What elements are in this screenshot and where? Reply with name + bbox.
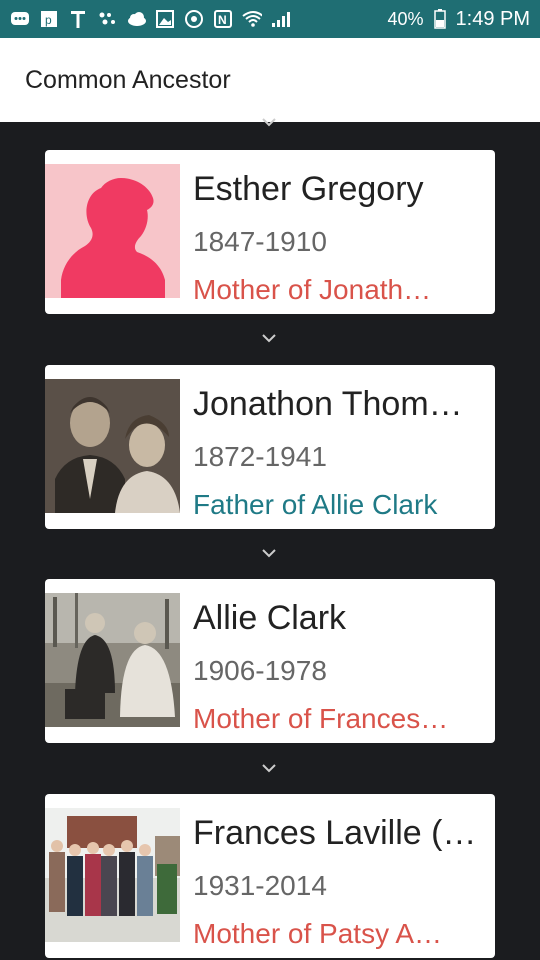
life-years: 1931-2014 bbox=[193, 870, 327, 901]
app-bar: Common Ancestor bbox=[0, 38, 540, 122]
photo-app-icon: p bbox=[39, 9, 59, 29]
nfc-icon: N bbox=[213, 9, 233, 29]
life-years: 1847-1910 bbox=[193, 226, 327, 257]
svg-text:p: p bbox=[45, 13, 52, 27]
profile-photo bbox=[45, 164, 180, 298]
ancestor-card[interactable]: Allie Clark 1906-1978 Mother of Frances… bbox=[45, 579, 495, 743]
battery-icon bbox=[430, 9, 450, 29]
profile-photo bbox=[45, 593, 180, 727]
life-years: 1872-1941 bbox=[193, 441, 327, 472]
chevron-down-icon bbox=[262, 549, 276, 558]
person-name: Esther Gregory bbox=[193, 170, 424, 208]
t-mobile-icon bbox=[68, 9, 88, 29]
sync-icon bbox=[184, 9, 204, 29]
relation-text: Father of Allie Clark bbox=[193, 489, 438, 520]
life-years: 1906-1978 bbox=[193, 655, 327, 686]
relation-text: Mother of Patsy A… bbox=[193, 918, 442, 949]
family-group-image bbox=[45, 808, 180, 942]
profile-photo bbox=[45, 379, 180, 513]
image-icon bbox=[155, 9, 175, 29]
status-right: 40% 1:49 PM bbox=[387, 8, 530, 31]
person-name: Allie Clark bbox=[193, 599, 347, 637]
notification-icons: p N bbox=[10, 9, 291, 29]
clock: 1:49 PM bbox=[455, 7, 530, 30]
ancestor-card[interactable]: Esther Gregory 1847-1910 Mother of Jonat… bbox=[45, 150, 495, 314]
signal-icon bbox=[271, 9, 291, 29]
ancestor-card[interactable]: Frances Laville (… 1931-2014 Mother of P… bbox=[45, 794, 495, 958]
chevron-down-icon bbox=[262, 118, 276, 127]
relation-text: Mother of Jonath… bbox=[193, 274, 432, 305]
wifi-icon bbox=[242, 9, 262, 29]
chevron-down-icon bbox=[262, 334, 276, 343]
battery-percent: 40% bbox=[387, 8, 424, 29]
female-silhouette-icon bbox=[61, 178, 165, 298]
page-title: Common Ancestor bbox=[25, 65, 231, 94]
dots-icon bbox=[97, 9, 117, 29]
person-name: Jonathon Thom… bbox=[193, 385, 463, 423]
person-name: Frances Laville (… bbox=[193, 814, 477, 852]
status-bar: p N 40% 1:49 PM bbox=[0, 0, 540, 38]
svg-text:N: N bbox=[218, 13, 227, 27]
sepia-portrait-image bbox=[45, 379, 180, 513]
ancestor-card[interactable]: Jonathon Thom… 1872-1941 Father of Allie… bbox=[45, 365, 495, 529]
chevron-down-icon bbox=[262, 764, 276, 773]
couple-photo-image bbox=[45, 593, 180, 727]
messenger-icon bbox=[10, 9, 30, 29]
profile-photo bbox=[45, 808, 180, 942]
relation-text: Mother of Frances… bbox=[193, 703, 449, 734]
cloud-icon bbox=[126, 9, 146, 29]
